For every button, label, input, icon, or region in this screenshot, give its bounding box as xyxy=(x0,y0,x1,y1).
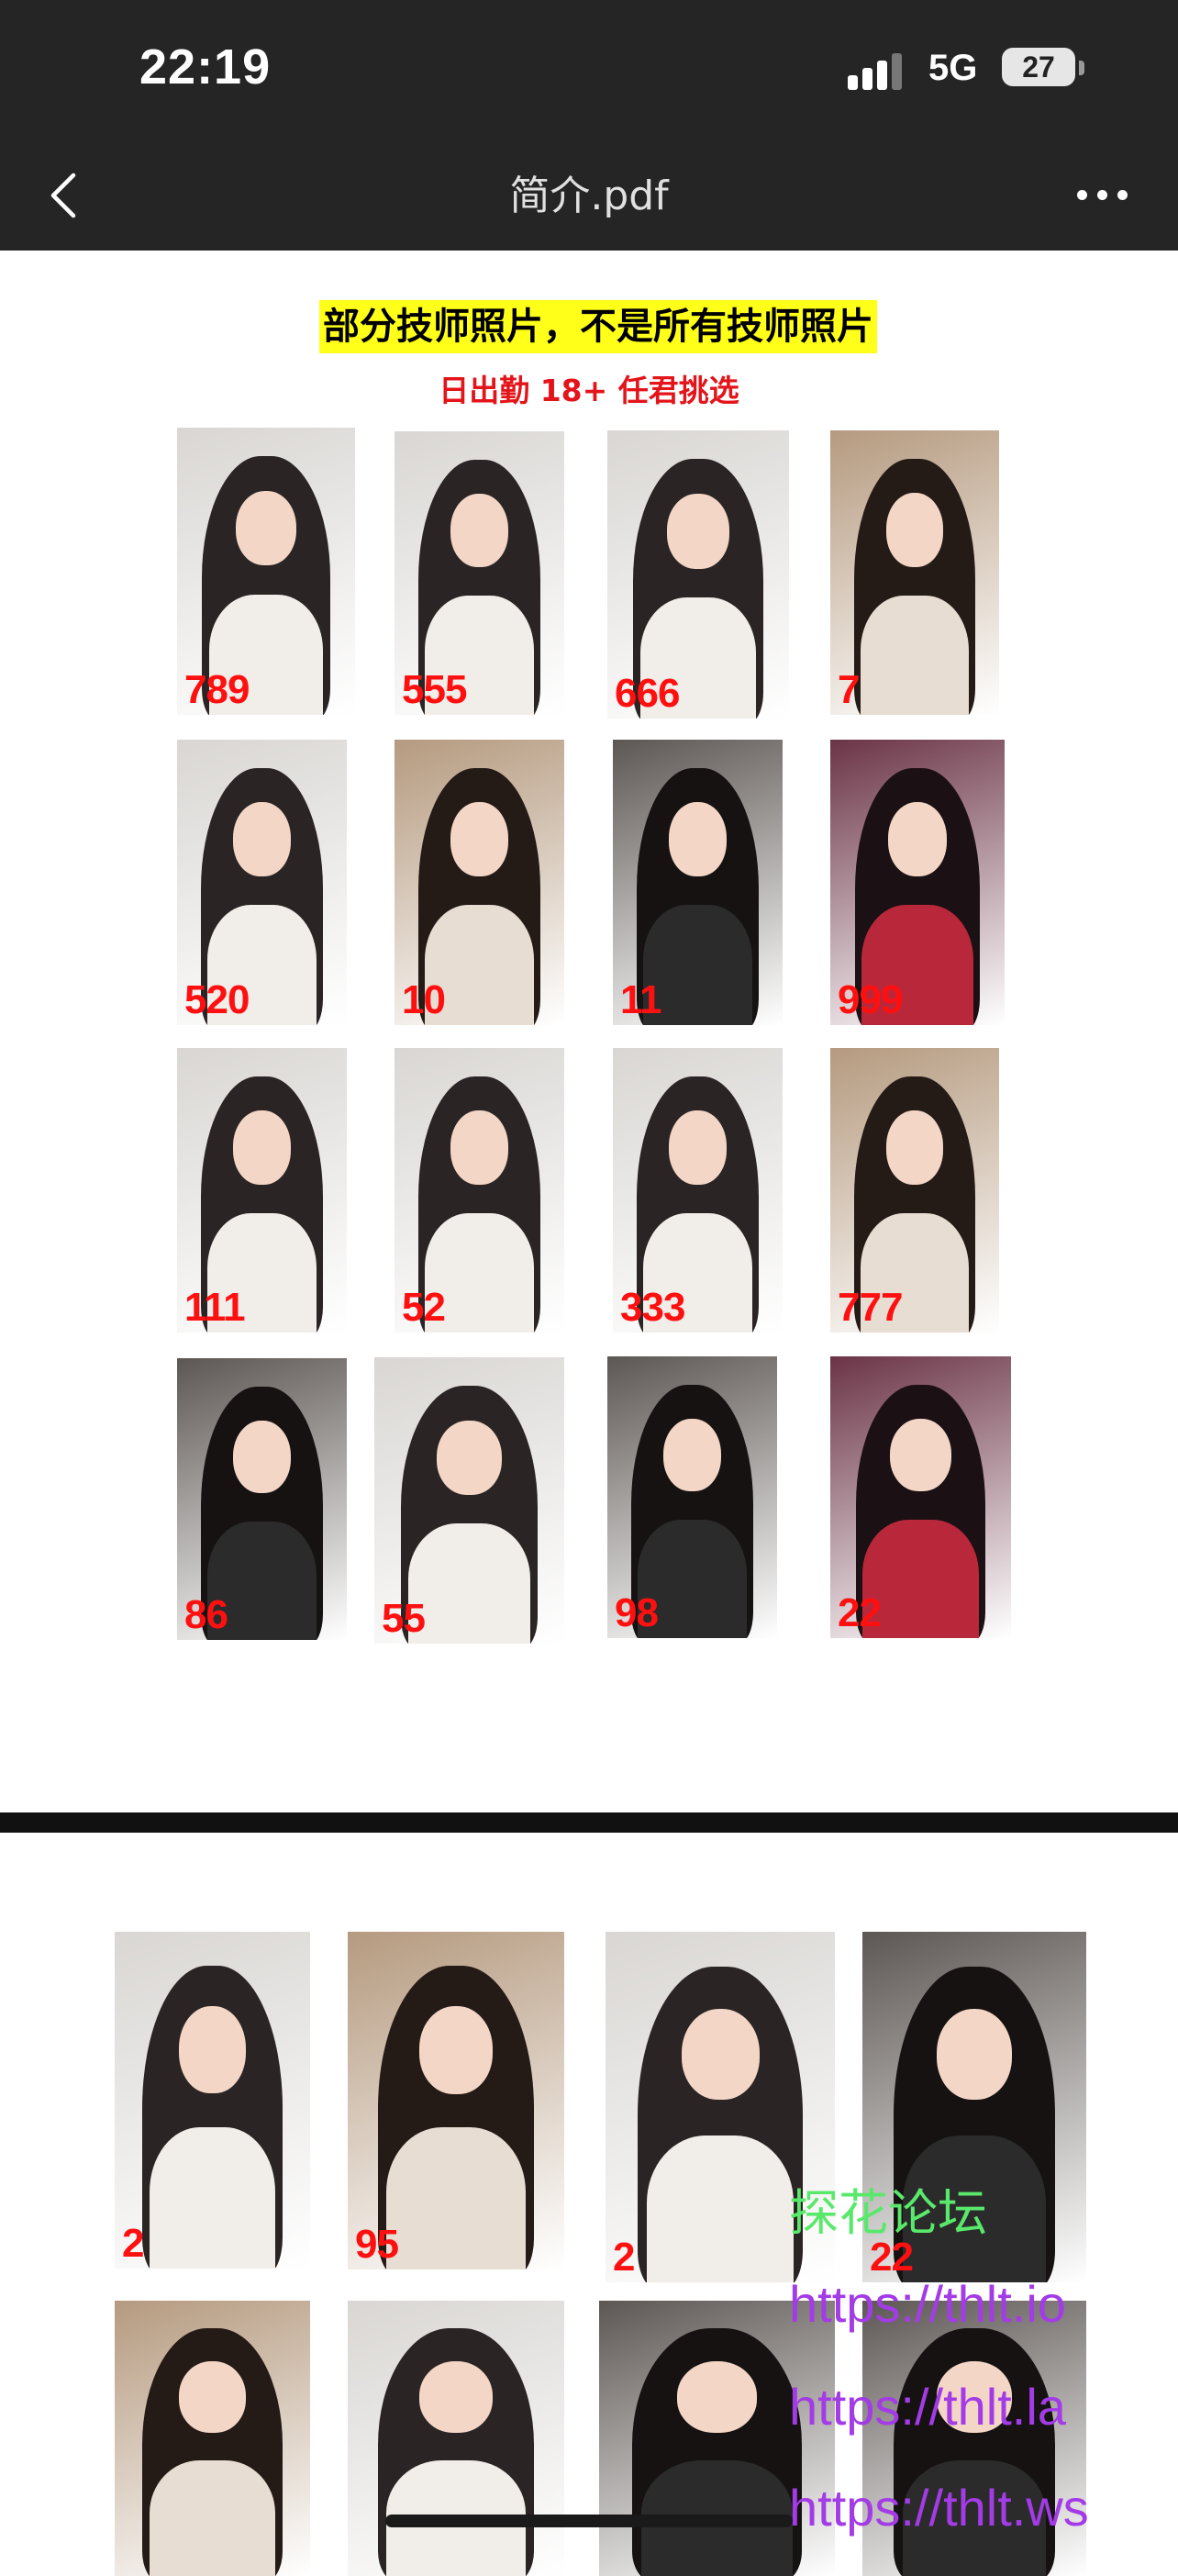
pdf-page-2: 2 95 2 22 xyxy=(0,1833,1178,2576)
network-type: 5G xyxy=(928,48,978,88)
photo-face xyxy=(437,1420,502,1495)
technician-photo: 11 xyxy=(613,740,783,1025)
watermark-link: https://thlt.io xyxy=(789,2275,1066,2333)
technician-photo: 52 xyxy=(395,1048,564,1333)
technician-photo: 86 xyxy=(177,1358,347,1640)
photo-number: 111 xyxy=(184,1285,246,1330)
photo-number: 555 xyxy=(402,667,467,712)
photo-face xyxy=(450,1110,508,1185)
photo-body xyxy=(647,2135,794,2282)
photo-body xyxy=(150,2126,275,2269)
photo-number: 11 xyxy=(620,977,662,1022)
battery-nub xyxy=(1079,61,1084,75)
photo-number: 777 xyxy=(838,1285,903,1330)
photo-body xyxy=(150,2460,275,2576)
page-subline: 日出勤 18+ 任君挑选 xyxy=(439,373,739,408)
photo-face xyxy=(233,1110,291,1185)
more-horizontal-icon xyxy=(1077,190,1087,200)
photo-body xyxy=(861,595,969,715)
nav-bar: 简介.pdf xyxy=(0,142,1178,251)
photo-face xyxy=(890,1418,951,1492)
photo-face xyxy=(885,493,944,567)
photo-face xyxy=(669,802,727,877)
photo-face xyxy=(681,2009,760,2101)
photo-number: 7 xyxy=(838,667,861,712)
technician-photo: 111 xyxy=(177,1048,347,1333)
photo-body xyxy=(408,1522,530,1644)
photo-face xyxy=(450,493,508,568)
photo-number: 55 xyxy=(382,1596,426,1641)
technician-photo: 7 xyxy=(830,430,999,715)
technician-photo: 789 xyxy=(177,428,355,715)
technician-photo: 22 xyxy=(830,1356,1011,1638)
technician-photo: 777 xyxy=(830,1048,999,1333)
signal-icon xyxy=(848,53,910,90)
technician-photo: 95 xyxy=(348,1932,564,2269)
document-title: 简介.pdf xyxy=(509,173,669,219)
photo-face xyxy=(179,2005,246,2094)
technician-photo: 98 xyxy=(607,1356,777,1638)
photo-number: 22 xyxy=(838,1590,882,1635)
photo-number: 2 xyxy=(122,2221,145,2266)
watermark-brand: 探花论坛 xyxy=(789,2184,987,2242)
photo-face xyxy=(236,490,296,566)
photo-face xyxy=(887,802,948,877)
technician-photo: 666 xyxy=(607,430,789,719)
more-button[interactable] xyxy=(1073,177,1132,214)
photo-number: 10 xyxy=(402,977,446,1022)
photo-face xyxy=(663,1418,721,1492)
photo-face xyxy=(179,2361,246,2433)
photo-body xyxy=(386,2127,526,2269)
photo-face xyxy=(233,802,291,877)
technician-photo: 10 xyxy=(395,740,564,1025)
photo-face xyxy=(676,2361,758,2433)
watermark-link: https://thlt.la xyxy=(789,2378,1066,2436)
pdf-page-1: 部分技师照片，不是所有技师照片 日出勤 18+ 任君挑选 789 555 666 7 5… xyxy=(0,251,1178,1812)
page-headline: 部分技师照片，不是所有技师照片 xyxy=(319,300,877,353)
photo-face xyxy=(418,2005,494,2094)
photo-number: 95 xyxy=(355,2222,399,2267)
photo-number: 333 xyxy=(620,1285,685,1330)
status-time: 22:19 xyxy=(139,39,272,95)
technician-photo: 55 xyxy=(374,1357,564,1644)
technician-photo: 333 xyxy=(613,1048,783,1333)
photo-face xyxy=(450,802,508,877)
photo-face xyxy=(418,2361,494,2433)
photo-number: 666 xyxy=(615,671,680,716)
battery-icon: 27 xyxy=(1002,48,1075,86)
technician-photo xyxy=(348,2301,564,2576)
photo-number: 999 xyxy=(838,977,903,1022)
home-indicator xyxy=(385,2515,793,2527)
photo-face xyxy=(233,1420,291,1494)
technician-photo: 555 xyxy=(395,431,564,715)
technician-photo: 2 xyxy=(115,1932,310,2269)
photo-number: 789 xyxy=(184,667,250,712)
photo-face xyxy=(936,2009,1013,2101)
photo-number: 52 xyxy=(402,1285,446,1330)
photo-number: 98 xyxy=(615,1590,659,1635)
photo-face xyxy=(885,1110,944,1185)
technician-photo xyxy=(115,2301,310,2576)
photo-face xyxy=(667,494,729,569)
photo-number: 86 xyxy=(184,1592,228,1637)
technician-photo: 999 xyxy=(830,740,1005,1025)
status-bar: 22:19 5G 27 xyxy=(0,0,1178,142)
technician-photo: 520 xyxy=(177,740,347,1025)
page-separator xyxy=(0,1812,1178,1833)
photo-face xyxy=(669,1110,727,1185)
watermark-link: https://thlt.ws xyxy=(789,2479,1089,2537)
photo-number: 520 xyxy=(184,977,250,1022)
photo-number: 2 xyxy=(613,2235,636,2280)
